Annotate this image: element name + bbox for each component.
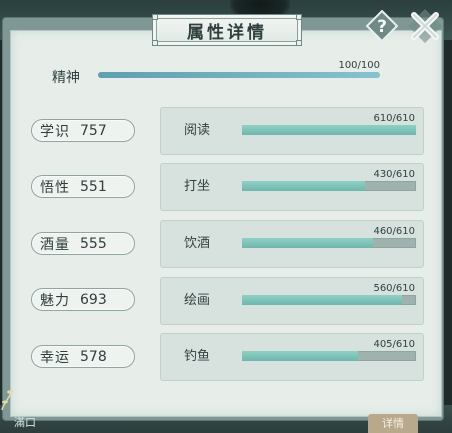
close-icon — [408, 9, 442, 43]
stat-value: 578 — [80, 348, 107, 365]
spirit-value: 100/100 — [338, 60, 380, 71]
skill-bar-fill — [242, 238, 374, 248]
stat-pill-wuxing: 悟性 551 — [31, 175, 135, 198]
close-button[interactable] — [406, 8, 444, 44]
spirit-bar — [98, 72, 380, 78]
skill-name: 绘画 — [184, 293, 211, 308]
help-button[interactable]: ? — [365, 9, 399, 43]
skill-bar-fill — [242, 351, 358, 361]
stat-value: 693 — [80, 291, 107, 308]
skill-name: 打坐 — [184, 179, 211, 194]
stat-value: 551 — [80, 178, 107, 195]
skill-card-drinking: 饮酒 460/610 — [160, 220, 424, 268]
page-title: 属性详情 — [187, 22, 267, 43]
skill-card-meditation: 打坐 430/610 — [160, 163, 424, 211]
stat-name: 学识 — [40, 123, 70, 140]
svg-text:?: ? — [377, 17, 387, 37]
skill-value: 430/610 — [373, 169, 415, 180]
stat-pill-meili: 魅力 693 — [31, 288, 135, 311]
skill-bar-fill — [242, 181, 365, 191]
skill-bar — [242, 295, 416, 305]
details-button[interactable]: 详情 — [368, 414, 418, 433]
skill-bar — [242, 181, 416, 191]
stat-value: 555 — [80, 235, 107, 252]
stat-pill-xueshi: 学识 757 — [31, 119, 135, 142]
skill-bar — [242, 351, 416, 361]
skill-value: 560/610 — [373, 283, 415, 294]
skill-bar-fill — [242, 295, 402, 305]
stat-name: 酒量 — [40, 236, 70, 253]
spirit-label: 精神 — [52, 70, 80, 86]
skill-name: 钓鱼 — [184, 349, 211, 364]
footer-text: 滿口 — [14, 416, 36, 429]
skill-name: 饮酒 — [184, 236, 211, 251]
skill-card-reading: 阅读 610/610 — [160, 107, 424, 155]
vine-decoration — [0, 384, 14, 412]
skill-bar-fill — [242, 125, 416, 135]
skill-value: 405/610 — [373, 339, 415, 350]
skill-name: 阅读 — [184, 123, 211, 138]
title-plate: 属性详情 — [152, 14, 302, 46]
stat-name: 悟性 — [40, 179, 70, 196]
stat-name: 魅力 — [40, 292, 70, 309]
help-icon: ? — [365, 9, 399, 43]
stat-pill-jiuliang: 酒量 555 — [31, 232, 135, 255]
skill-value: 610/610 — [373, 113, 415, 124]
skill-bar — [242, 125, 416, 135]
stat-value: 757 — [80, 122, 107, 139]
stat-pill-xingyun: 幸运 578 — [31, 345, 135, 368]
skill-card-fishing: 钓鱼 405/610 — [160, 333, 424, 381]
skill-value: 460/610 — [373, 226, 415, 237]
skill-card-painting: 绘画 560/610 — [160, 277, 424, 325]
skill-bar — [242, 238, 416, 248]
stat-name: 幸运 — [40, 349, 70, 366]
spirit-bar-fill — [98, 72, 380, 78]
